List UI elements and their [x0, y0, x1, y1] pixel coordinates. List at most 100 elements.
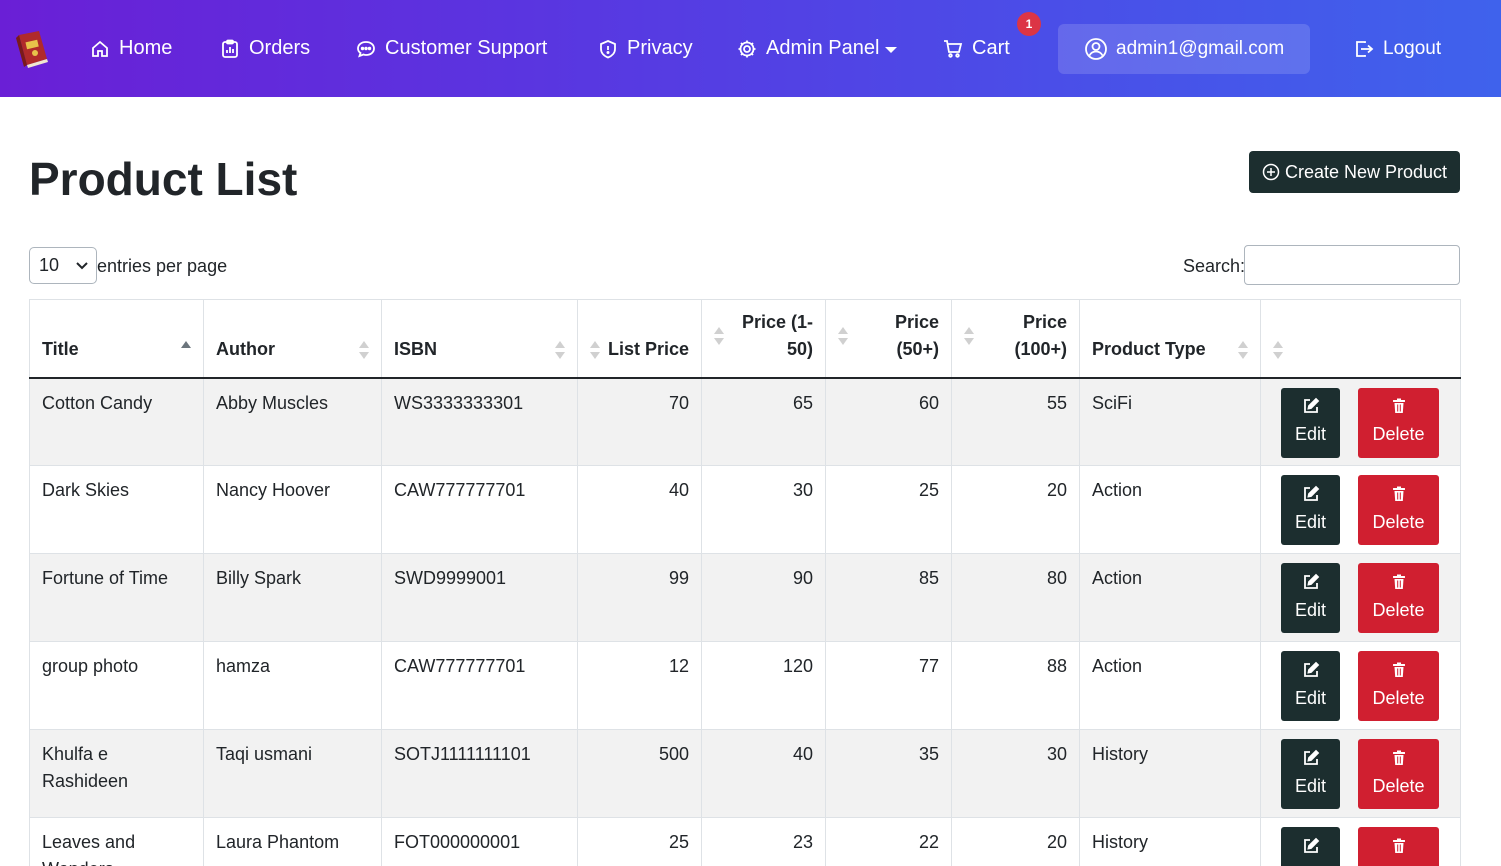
- delete-button[interactable]: Delete: [1358, 563, 1439, 633]
- column-product-type-label: Product Type: [1092, 338, 1206, 359]
- column-list-price-label: List Price: [607, 338, 689, 359]
- delete-button[interactable]: Delete: [1358, 651, 1439, 721]
- edit-button[interactable]: Edit: [1281, 651, 1340, 721]
- pencil-square-icon: [1303, 397, 1319, 413]
- cell-isbn: SWD9999001: [381, 553, 578, 642]
- sort-icon: [1238, 340, 1248, 361]
- edit-button[interactable]: Edit: [1281, 827, 1340, 866]
- sort-icon: [838, 326, 848, 347]
- cell-author: Taqi usmani: [203, 729, 382, 818]
- edit-button[interactable]: Edit: [1281, 387, 1340, 458]
- house-icon: [92, 40, 108, 57]
- search-input[interactable]: [1244, 245, 1460, 285]
- cell-price-100-plus: 55: [951, 377, 1080, 466]
- search-label: Search:: [1183, 256, 1246, 276]
- nav-privacy[interactable]: Privacy: [598, 0, 693, 97]
- nav-admin-panel-dropdown[interactable]: Admin Panel: [737, 0, 898, 97]
- column-header-title[interactable]: Title: [29, 299, 204, 379]
- column-header-isbn[interactable]: ISBN: [381, 299, 578, 379]
- plus-circle-icon: [1262, 163, 1280, 181]
- nav-customer-support[interactable]: Customer Support: [356, 0, 547, 97]
- sort-icon: [964, 326, 974, 347]
- cell-author: Nancy Hoover: [203, 465, 382, 554]
- edit-button-label: Edit: [1294, 511, 1327, 532]
- edit-button[interactable]: Edit: [1281, 475, 1340, 545]
- pencil-square-icon: [1303, 661, 1319, 677]
- column-header-actions[interactable]: [1260, 299, 1461, 379]
- cell-product-type: History: [1079, 729, 1261, 818]
- column-header-list-price[interactable]: List Price: [577, 299, 702, 379]
- edit-button[interactable]: Edit: [1281, 739, 1340, 809]
- cell-price-1-50: 23: [701, 817, 826, 866]
- sort-ascending-icon: [181, 340, 191, 361]
- cell-actions: Edit Delete: [1260, 465, 1461, 554]
- delete-button[interactable]: Delete: [1358, 387, 1439, 458]
- cell-product-type: Action: [1079, 465, 1261, 554]
- delete-button-label: Delete: [1372, 861, 1424, 866]
- cell-price-100-plus: 20: [951, 817, 1080, 866]
- table-row: Leaves and WondersLaura PhantomFOT000000…: [29, 817, 1461, 866]
- cell-isbn: SOTJ1111111101: [381, 729, 578, 818]
- cell-list-price: 70: [577, 377, 702, 466]
- create-new-product-button[interactable]: Create New Product: [1249, 151, 1460, 193]
- cell-isbn: CAW777777701: [381, 641, 578, 730]
- row-actions: Edit Delete: [1273, 563, 1448, 633]
- book-logo-icon[interactable]: [13, 29, 51, 69]
- nav-orders-label: Orders: [249, 37, 311, 59]
- cell-title: group photo: [29, 641, 204, 730]
- sort-icon: [590, 340, 600, 361]
- trash-icon: [1392, 662, 1405, 677]
- cell-isbn: WS3333333301: [381, 377, 578, 466]
- nav-cart[interactable]: Cart: [943, 0, 1010, 97]
- column-header-price-100-plus[interactable]: Price (100+): [951, 299, 1080, 379]
- column-title-label: Title: [42, 338, 79, 359]
- nav-cart-label: Cart: [972, 37, 1010, 59]
- trash-icon: [1392, 838, 1405, 853]
- nav-logout-label: Logout: [1383, 37, 1442, 59]
- cell-price-1-50: 90: [701, 553, 826, 642]
- cell-isbn: CAW777777701: [381, 465, 578, 554]
- sort-icon: [714, 326, 724, 347]
- cell-price-1-50: 30: [701, 465, 826, 554]
- nav-privacy-label: Privacy: [627, 37, 693, 59]
- cell-list-price: 40: [577, 465, 702, 554]
- cell-title: Dark Skies: [29, 465, 204, 554]
- cell-price-1-50: 120: [701, 641, 826, 730]
- nav-admin-label: Admin Panel: [766, 37, 880, 59]
- entries-per-page-label: entries per page: [97, 256, 228, 276]
- user-email: admin1@gmail.com: [1116, 38, 1285, 59]
- sort-icon: [555, 340, 565, 361]
- delete-button-label: Delete: [1372, 511, 1425, 532]
- table-row: Fortune of Time Billy Spark SWD9999001 99 90…: [29, 553, 1461, 642]
- column-header-product-type[interactable]: Product Type: [1079, 299, 1261, 379]
- top-navbar: Home Orders Customer Support Privacy Adm…: [0, 0, 1501, 97]
- row-actions: Edit Delete: [1273, 651, 1448, 721]
- column-header-price-1-50[interactable]: Price (1- 50): [701, 299, 826, 379]
- delete-button[interactable]: Delete: [1358, 739, 1439, 809]
- cell-price-100-plus: 30: [951, 729, 1080, 818]
- entries-per-page-select[interactable]: 10: [29, 247, 97, 284]
- user-account[interactable]: admin1@gmail.com: [1058, 24, 1310, 74]
- delete-button[interactable]: Delete: [1358, 827, 1439, 866]
- column-header-price-50-plus[interactable]: Price (50+): [825, 299, 952, 379]
- cell-actions: Edit Delete: [1260, 553, 1461, 642]
- nav-logout[interactable]: Logout: [1354, 0, 1441, 97]
- cell-product-type: SciFi: [1079, 377, 1261, 466]
- delete-button-label: Delete: [1372, 599, 1425, 620]
- delete-button[interactable]: Delete: [1358, 475, 1439, 545]
- cell-price-100-plus: 20: [951, 465, 1080, 554]
- cell-price-100-plus: 80: [951, 553, 1080, 642]
- sort-icon: [359, 340, 369, 361]
- nav-orders[interactable]: Orders: [220, 0, 310, 97]
- user-circle-icon: [1085, 38, 1107, 60]
- table-row: Khulfa e Rashideen Taqi usmani SOTJ1111111…: [29, 729, 1461, 818]
- cell-title: Khulfa e Rashideen: [29, 729, 204, 818]
- pencil-square-icon: [1303, 749, 1319, 765]
- cell-product-type: Action: [1079, 641, 1261, 730]
- column-price-50-label-line1: Price: [894, 311, 939, 332]
- column-header-author[interactable]: Author: [203, 299, 382, 379]
- edit-button[interactable]: Edit: [1281, 563, 1340, 633]
- nav-home[interactable]: Home: [90, 0, 172, 97]
- cell-price-50-plus: 85: [825, 553, 952, 642]
- cell-author: Billy Spark: [203, 553, 382, 642]
